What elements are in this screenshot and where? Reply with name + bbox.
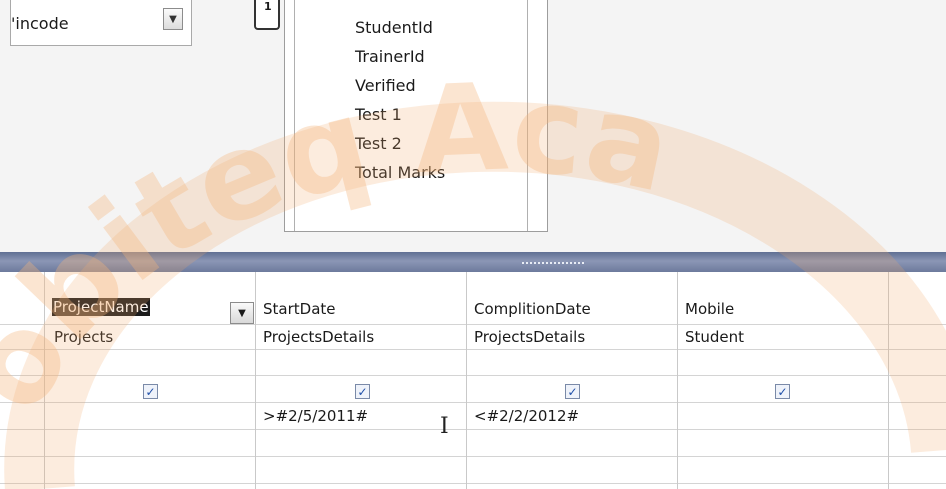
- chevron-down-icon: ▼: [169, 13, 177, 25]
- field-dropdown-button[interactable]: ▼: [230, 302, 254, 324]
- show-checkbox-startdate[interactable]: ✓: [355, 384, 370, 399]
- field-cell-startdate[interactable]: StartDate: [263, 300, 336, 318]
- show-checkbox-complitiondate[interactable]: ✓: [565, 384, 580, 399]
- show-checkbox-projectname[interactable]: ✓: [143, 384, 158, 399]
- grid-column-divider: [466, 272, 467, 489]
- grid-row-divider: [0, 375, 946, 376]
- field-cell-mobile[interactable]: Mobile: [685, 300, 734, 318]
- chevron-down-icon: ▼: [238, 307, 246, 319]
- combo-dropdown-button[interactable]: ▼: [163, 8, 183, 30]
- grid-row-divider: [0, 402, 946, 403]
- text-cursor-icon: I: [440, 414, 449, 439]
- grid-column-divider: [677, 272, 678, 489]
- table-cell-projectsdetails[interactable]: ProjectsDetails: [263, 328, 374, 346]
- grid-column-divider: [255, 272, 256, 489]
- relationship-one-label: 1: [264, 0, 272, 13]
- grid-row-divider: [0, 349, 946, 350]
- table-cell-projects[interactable]: Projects: [54, 328, 113, 346]
- grid-row-divider: [0, 456, 946, 457]
- criteria-cell-complitiondate[interactable]: <#2/2/2012#: [474, 407, 579, 425]
- criteria-cell-startdate[interactable]: >#2/5/2011#: [263, 407, 368, 425]
- field-item-studentid[interactable]: StudentId: [355, 13, 445, 42]
- field-combo-value: 'incode: [11, 14, 69, 33]
- relationship-one-marker: 1: [254, 0, 280, 30]
- grid-column-divider: [44, 272, 45, 489]
- field-cell-complitiondate[interactable]: ComplitionDate: [474, 300, 591, 318]
- field-item-test1[interactable]: Test 1: [355, 100, 445, 129]
- query-design-grid: ProjectName ▼ Projects ✓ StartDate Proje…: [0, 272, 946, 489]
- grid-row-divider: [0, 324, 946, 325]
- table-cell-student[interactable]: Student: [685, 328, 744, 346]
- grid-column-divider: [888, 272, 889, 489]
- field-item-trainerid[interactable]: TrainerId: [355, 42, 445, 71]
- pane-splitter[interactable]: [0, 252, 946, 272]
- field-combo-box[interactable]: 'incode ▼: [10, 0, 192, 46]
- table-field-list-box[interactable]: StudentId TrainerId Verified Test 1 Test…: [284, 0, 548, 232]
- table-field-list: StudentId TrainerId Verified Test 1 Test…: [355, 13, 445, 187]
- splitter-grip[interactable]: [522, 262, 584, 267]
- field-item-test2[interactable]: Test 2: [355, 129, 445, 158]
- grid-row-divider: [0, 483, 946, 484]
- show-checkbox-mobile[interactable]: ✓: [775, 384, 790, 399]
- field-item-total-marks[interactable]: Total Marks: [355, 158, 445, 187]
- grid-row-divider: [0, 429, 946, 430]
- field-item-verified[interactable]: Verified: [355, 71, 445, 100]
- table-cell-projectsdetails[interactable]: ProjectsDetails: [474, 328, 585, 346]
- query-design-upper-pane: 'incode ▼ 1 StudentId TrainerId Verified…: [0, 0, 946, 252]
- check-icon: ✓: [357, 384, 368, 399]
- check-icon: ✓: [145, 384, 156, 399]
- check-icon: ✓: [777, 384, 788, 399]
- field-cell-projectname[interactable]: ProjectName: [52, 298, 150, 316]
- check-icon: ✓: [567, 384, 578, 399]
